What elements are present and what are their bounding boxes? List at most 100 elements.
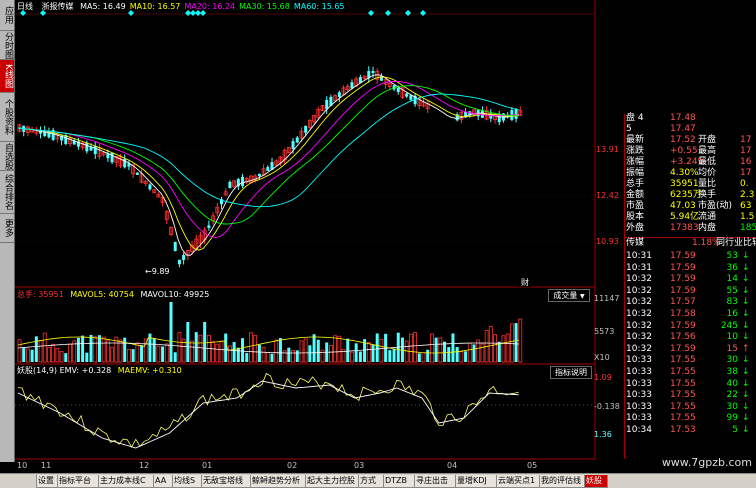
indicator-tab[interactable]: 主力成本线C bbox=[98, 475, 154, 488]
maemv-label: MAEMV: +0.310 bbox=[117, 366, 182, 375]
period-label: 日线 bbox=[17, 2, 33, 11]
tick-price: 17.53 bbox=[670, 425, 696, 435]
quote-row: 盘 4 17.48 bbox=[624, 113, 756, 124]
sidebar-item[interactable]: 综合排名 bbox=[0, 171, 14, 214]
industry-compare-row[interactable]: 传媒1.18%同行业比较 bbox=[624, 237, 756, 249]
quote-l2: 量比 bbox=[698, 179, 717, 189]
quote-v2: 17 bbox=[740, 168, 752, 178]
volume-bar bbox=[413, 332, 417, 363]
tick-vol: 36 bbox=[726, 262, 738, 273]
tick-row: 10:31 17.59 53 ↓ bbox=[624, 251, 756, 263]
indicator-tab[interactable]: 指标平台 bbox=[57, 475, 99, 488]
indicator-tab[interactable]: 方式 bbox=[358, 475, 384, 488]
volume-bar bbox=[198, 334, 203, 363]
tick-row: 10:32 17.59 245 ↓ bbox=[624, 321, 756, 333]
tick-row: 10:33 17.55 99 ↓ bbox=[624, 413, 756, 425]
volume-axis-label: X10 bbox=[594, 353, 610, 362]
volume-bar bbox=[426, 349, 430, 362]
arrow-down-icon: ↓ bbox=[742, 274, 750, 285]
date-axis-label: 04 bbox=[447, 461, 458, 470]
volume-bar bbox=[211, 341, 215, 363]
volume-bar bbox=[518, 318, 523, 363]
candle-body bbox=[295, 137, 299, 143]
volume-dropdown[interactable]: 成交量 ▼ bbox=[548, 289, 590, 302]
volume-bar bbox=[228, 345, 232, 363]
volume-bar bbox=[438, 337, 443, 363]
arrow-down-icon: ↓ bbox=[742, 297, 750, 308]
ma-line bbox=[17, 76, 519, 251]
volume-bar bbox=[257, 344, 261, 362]
candle-body bbox=[182, 254, 186, 261]
volume-bar bbox=[81, 335, 85, 362]
sidebar-item[interactable]: 应用 bbox=[0, 0, 14, 31]
volume-bar bbox=[464, 351, 468, 362]
sidebar-item[interactable]: 分时图 bbox=[0, 31, 14, 60]
tick-vol: 30 bbox=[726, 355, 738, 366]
tick-price: 17.59 bbox=[670, 320, 696, 331]
quote-v1: 17.48 bbox=[670, 113, 696, 123]
candle-body bbox=[337, 92, 341, 98]
industry-left: 传媒 bbox=[626, 238, 645, 248]
tick-time: 10:33 bbox=[626, 367, 652, 377]
quote-v1: 35951 bbox=[670, 179, 699, 189]
tick-vol: 245 bbox=[720, 320, 738, 331]
indicator-tab[interactable]: DTZB bbox=[383, 475, 415, 488]
tick-vol: 22 bbox=[726, 390, 738, 401]
volume-bar bbox=[447, 347, 451, 362]
industry-right: 同行业比较 bbox=[716, 238, 756, 248]
quote-v2: 17 bbox=[740, 146, 752, 156]
volume-bar bbox=[110, 346, 114, 363]
mavol10: MAVOL10: 49925 bbox=[140, 290, 210, 299]
indicator-tab[interactable]: 寻庄出击 bbox=[414, 475, 456, 488]
tick-row: 10:33 17.55 22 ↓ bbox=[624, 390, 756, 402]
tick-time: 10:32 bbox=[626, 285, 652, 296]
sidebar-item[interactable]: 个股资料 bbox=[0, 93, 14, 142]
indicator-tab[interactable]: 无敌宝塔线 bbox=[201, 475, 251, 488]
candle-body bbox=[405, 93, 409, 97]
indicator-tab[interactable]: 均线S bbox=[172, 475, 202, 488]
tick-vol: 99 bbox=[726, 413, 738, 424]
arrow-down-icon: ↓ bbox=[742, 401, 750, 412]
volume-bar bbox=[101, 336, 106, 363]
volume-bar bbox=[93, 336, 98, 363]
indicator-tab[interactable]: 起大主力控股 bbox=[305, 475, 359, 488]
volume-bar bbox=[501, 335, 506, 363]
arrow-down-icon: ↓ bbox=[742, 425, 750, 435]
quote-v2: 0. bbox=[740, 179, 749, 189]
volume-bar bbox=[47, 347, 51, 363]
volume-bar bbox=[350, 351, 354, 363]
volume-bar bbox=[282, 350, 287, 363]
arrow-down-icon: ↓ bbox=[742, 355, 750, 366]
quote-l1: 振幅 bbox=[626, 168, 645, 178]
volume-bar bbox=[173, 352, 177, 362]
panel-divider bbox=[624, 114, 625, 459]
sidebar-item[interactable]: K线图 bbox=[0, 60, 14, 93]
volume-bar bbox=[278, 338, 282, 362]
watermark: www.7gpzb.com bbox=[661, 456, 752, 469]
tick-price: 17.55 bbox=[670, 390, 696, 401]
sidebar-item[interactable]: 自选股 bbox=[0, 142, 14, 171]
kline-chart[interactable]: ←9.89 财 bbox=[15, 0, 624, 473]
indicator-tab[interactable]: 量增KDJ bbox=[455, 475, 497, 488]
volume-bar bbox=[76, 337, 80, 362]
tick-time: 10:33 bbox=[626, 390, 652, 401]
indicator-tab[interactable]: 云端买点1 bbox=[496, 475, 540, 488]
price-axis-label: 10.93 bbox=[596, 237, 619, 246]
indicator-tab[interactable]: 我的评估线 bbox=[539, 475, 585, 488]
quote-l2: 市盈(动) bbox=[698, 201, 733, 211]
sidebar-item[interactable]: 更多 bbox=[0, 214, 14, 243]
volume-bar bbox=[493, 334, 497, 363]
tick-price: 17.55 bbox=[670, 401, 696, 412]
indicator-tab[interactable]: 设置 bbox=[36, 475, 58, 488]
volume-bar bbox=[497, 341, 501, 362]
fin-marker[interactable]: 财 bbox=[521, 277, 529, 287]
date-axis-label: 02 bbox=[287, 461, 298, 470]
volume-bar bbox=[459, 351, 464, 363]
arrow-down-icon: ↓ bbox=[742, 251, 750, 261]
indicator-tab[interactable]: 妖股 bbox=[584, 475, 608, 488]
indicator-help-button[interactable]: 指标说明 bbox=[550, 366, 592, 379]
volume-bar bbox=[26, 348, 30, 363]
indicator-tab[interactable]: AA bbox=[153, 475, 173, 488]
tick-price: 17.59 bbox=[670, 251, 696, 261]
indicator-tab[interactable]: 鲸鲟趋势分析 bbox=[250, 475, 306, 488]
